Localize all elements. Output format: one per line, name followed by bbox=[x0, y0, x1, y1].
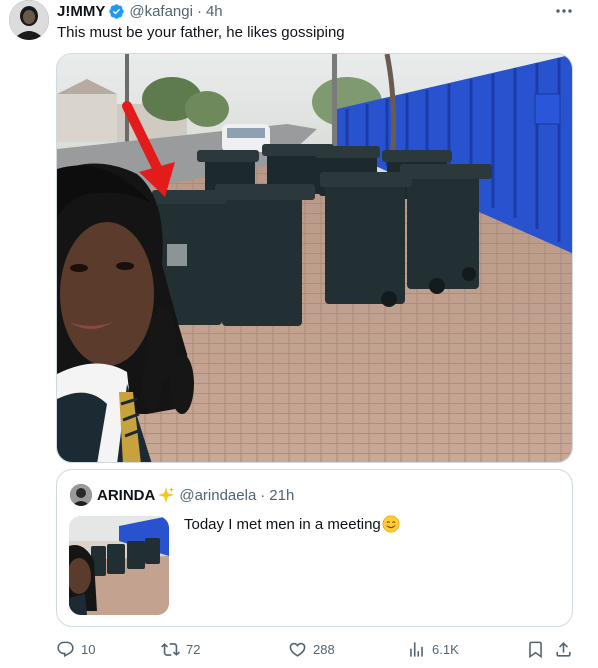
quoted-author-name[interactable]: ARINDA bbox=[97, 487, 155, 504]
views-button[interactable]: 6.1K bbox=[407, 638, 459, 660]
author-name[interactable]: J!MMY bbox=[57, 3, 105, 20]
more-icon[interactable] bbox=[554, 2, 574, 20]
sparkles-emoji bbox=[158, 486, 175, 504]
share-button[interactable] bbox=[554, 638, 573, 660]
tweet[interactable]: J!MMY @kafangi · 4h This must be your fa… bbox=[0, 0, 598, 668]
action-bar: 10 72 288 6.1K bbox=[56, 638, 573, 660]
tweet-header: J!MMY @kafangi · 4h bbox=[57, 1, 223, 21]
author-handle[interactable]: @kafangi bbox=[129, 3, 193, 20]
tweet-text: This must be your father, he likes gossi… bbox=[57, 24, 345, 41]
views-chart-icon bbox=[410, 641, 423, 657]
author-avatar[interactable] bbox=[9, 0, 49, 40]
views-count: 6.1K bbox=[432, 641, 459, 657]
like-button[interactable]: 288 bbox=[288, 638, 335, 660]
like-count: 288 bbox=[313, 641, 335, 657]
retweet-button[interactable]: 72 bbox=[161, 638, 200, 660]
heart-icon bbox=[289, 642, 306, 657]
quoted-tweet-time[interactable]: 21h bbox=[269, 487, 294, 504]
reply-button[interactable]: 10 bbox=[56, 638, 95, 660]
tweet-photo[interactable] bbox=[56, 53, 573, 463]
bookmark-button[interactable] bbox=[526, 638, 545, 660]
separator-dot: · bbox=[196, 2, 202, 20]
verified-badge-icon bbox=[109, 3, 125, 19]
reply-count: 10 bbox=[81, 641, 96, 657]
quoted-tweet-header: ARINDA @arindaela · 21h bbox=[97, 483, 294, 507]
quoted-tweet-text: Today I met men in a meeting bbox=[184, 515, 381, 533]
share-icon bbox=[556, 641, 571, 657]
separator-dot: · bbox=[260, 486, 266, 504]
smiling-face-emoji bbox=[382, 515, 400, 533]
quoted-tweet[interactable]: ARINDA @arindaela · 21h Today I met men … bbox=[56, 469, 573, 627]
bookmark-icon bbox=[529, 641, 542, 658]
quoted-author-avatar[interactable] bbox=[70, 484, 92, 506]
retweet-count: 72 bbox=[186, 641, 201, 657]
tweet-time[interactable]: 4h bbox=[206, 3, 223, 20]
reply-icon bbox=[57, 641, 74, 657]
retweet-icon bbox=[161, 642, 180, 656]
quoted-photo-thumbnail[interactable] bbox=[69, 516, 169, 615]
quoted-tweet-text-row: Today I met men in a meeting bbox=[184, 515, 400, 533]
quoted-author-handle[interactable]: @arindaela bbox=[179, 487, 256, 504]
